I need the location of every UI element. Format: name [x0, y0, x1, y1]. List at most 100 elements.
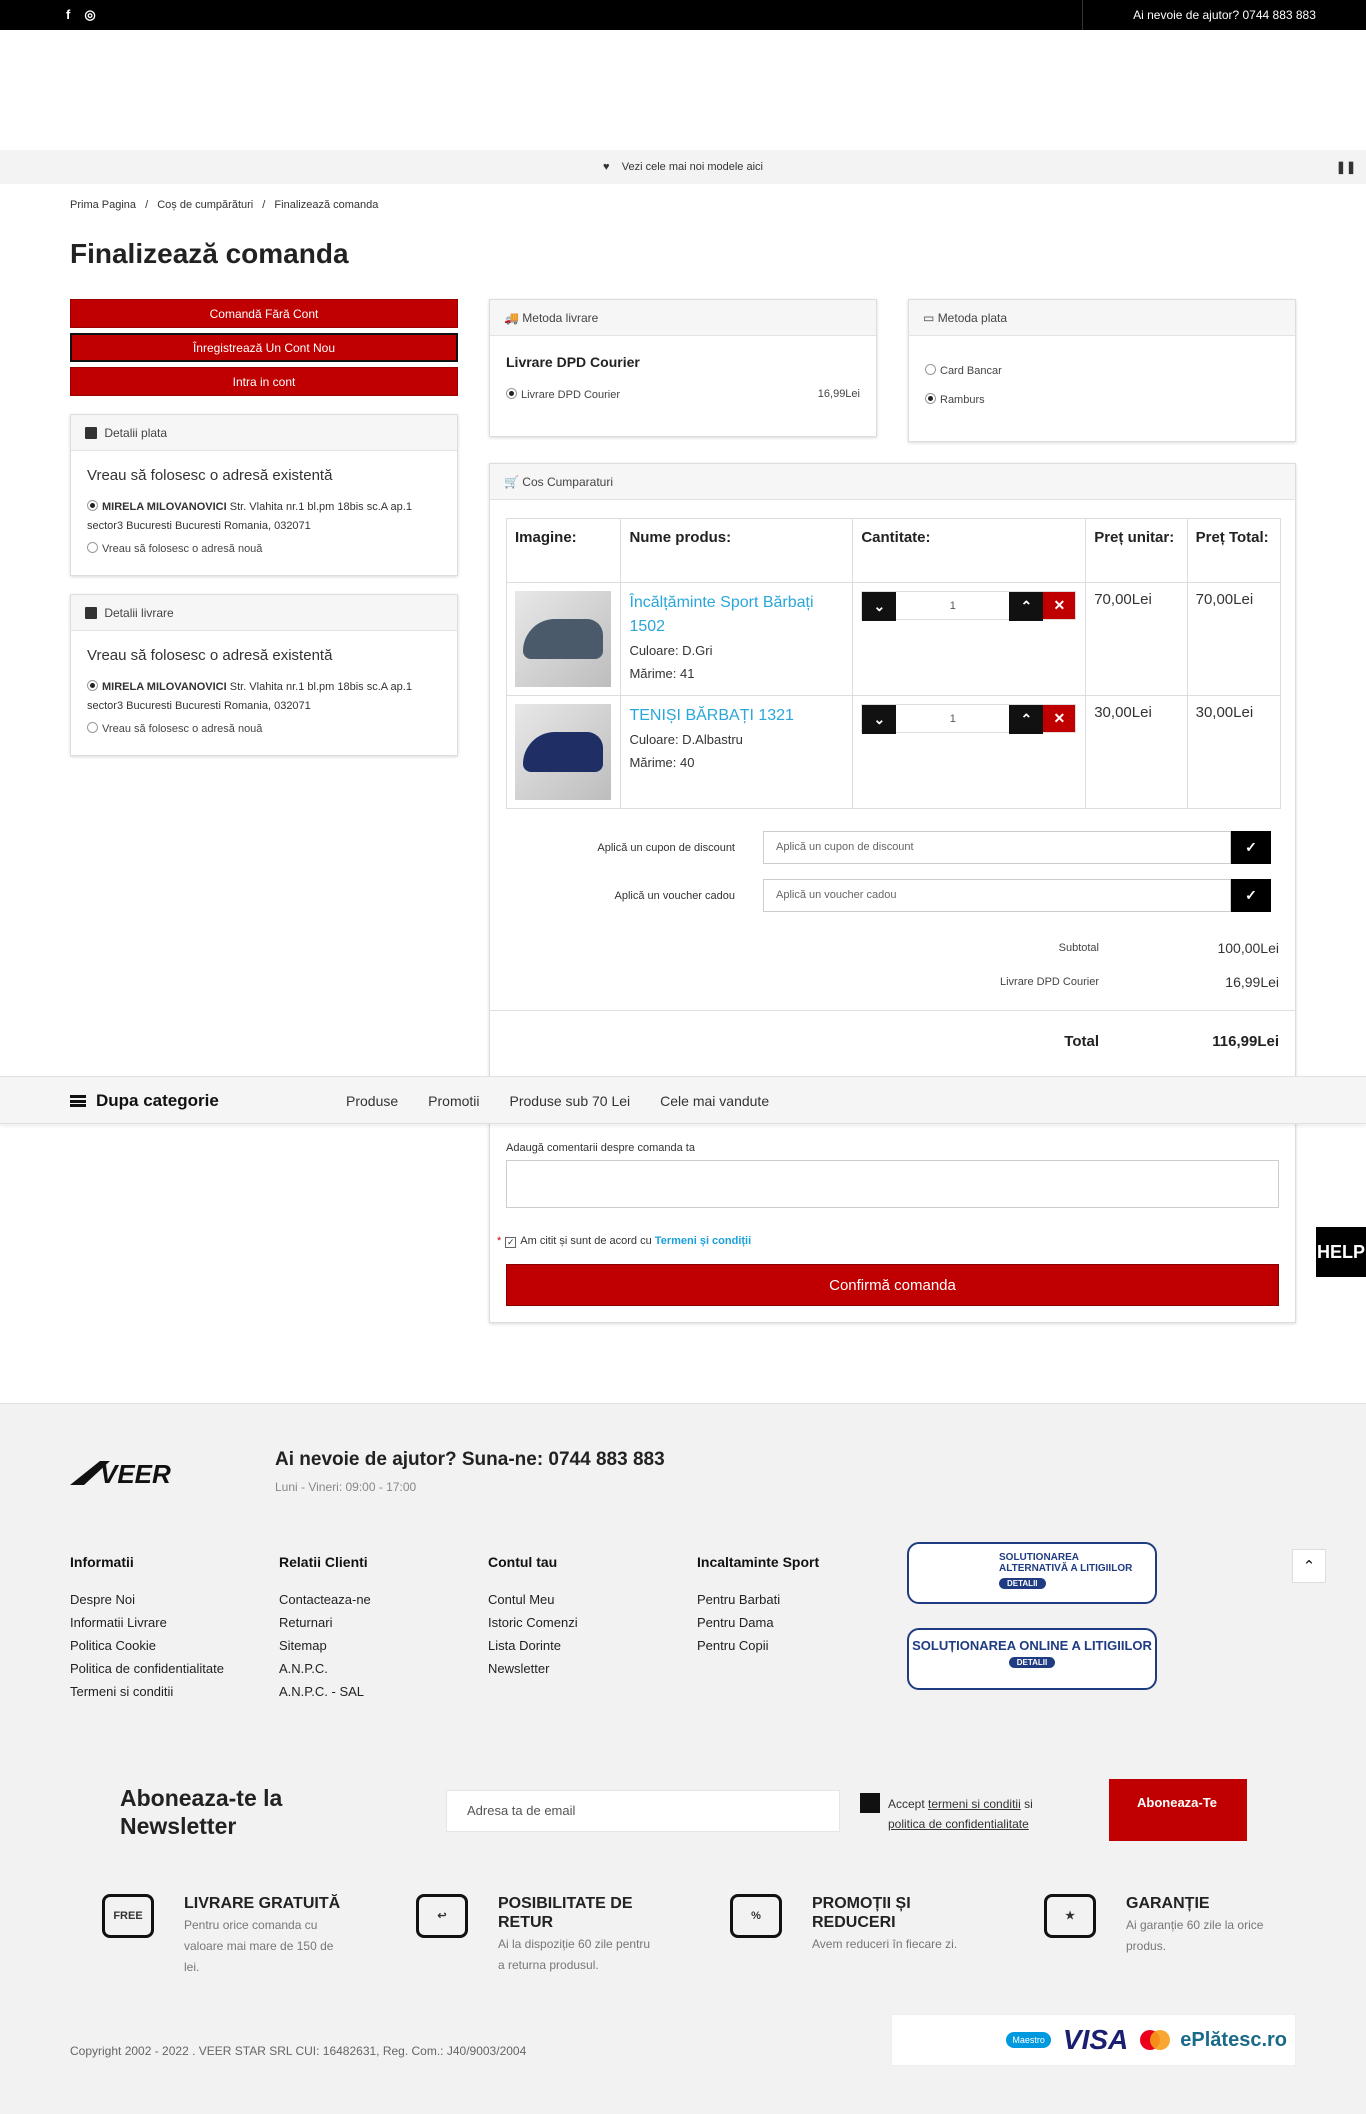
shipping-cost-label: Livrare DPD Courier	[999, 976, 1099, 988]
footer-link[interactable]: A.N.P.C. - SAL	[279, 1684, 371, 1699]
shipping-cost-value: 16,99Lei	[1225, 974, 1279, 990]
quantity-input[interactable]: 1	[896, 592, 1009, 619]
remove-button[interactable]: ✕	[1043, 592, 1076, 619]
comments-textarea[interactable]	[506, 1160, 1279, 1208]
newsletter-checkbox[interactable]	[860, 1793, 880, 1813]
anpc-sol-badge[interactable]: SOLUȚIONAREA ONLINE A LITIGIILOR DETALII	[907, 1628, 1157, 1690]
register-button[interactable]: Înregistrează Un Cont Nou	[70, 333, 458, 362]
footer-link[interactable]: Politica de confidentialitate	[70, 1661, 224, 1676]
voucher-input[interactable]: Aplică un voucher cadou	[763, 879, 1231, 912]
nav-under-70[interactable]: Produse sub 70 Lei	[510, 1093, 631, 1109]
footer-link[interactable]: Lista Dorinte	[488, 1638, 578, 1653]
apply-voucher-button[interactable]: ✓	[1231, 879, 1271, 912]
increase-button[interactable]: ⌃	[1009, 592, 1044, 621]
announcement-bar[interactable]: ♥ Vezi cele mai noi modele aici ❚❚	[0, 150, 1366, 184]
nav-promotions[interactable]: Promotii	[428, 1093, 479, 1109]
radio-card[interactable]	[925, 364, 936, 375]
radio-existing-shipping[interactable]	[87, 680, 98, 691]
help-tab[interactable]: HELP	[1316, 1227, 1366, 1277]
voucher-row: Aplică un voucher cadou Aplică un vouche…	[506, 879, 1279, 912]
footer-link[interactable]: Despre Noi	[70, 1592, 224, 1607]
guest-checkout-button[interactable]: Comandă Fără Cont	[70, 299, 458, 328]
footer-link[interactable]: A.N.P.C.	[279, 1661, 371, 1676]
increase-button[interactable]: ⌃	[1009, 705, 1044, 734]
breadcrumb-home[interactable]: Prima Pagina	[70, 199, 136, 211]
footer-link[interactable]: Pentru Dama	[697, 1615, 819, 1630]
announcement-text[interactable]: Vezi cele mai noi modele aici	[622, 161, 763, 173]
total-value: 116,99Lei	[1212, 1033, 1279, 1050]
shipping-new-address[interactable]: Vreau să folosesc o adresă nouă	[87, 722, 441, 735]
footer-link[interactable]: Istoric Comenzi	[488, 1615, 578, 1630]
footer-link[interactable]: Termeni si conditii	[70, 1684, 224, 1699]
total-price: 70,00Lei	[1186, 582, 1282, 696]
heart-icon: ♥	[602, 161, 610, 173]
feature-title: LIVRARE GRATUITĂ	[184, 1895, 341, 1912]
newsletter-policy-link[interactable]: politica de confidentialitate	[888, 1817, 1029, 1831]
subtotal-row: Subtotal 100,00Lei	[506, 940, 1279, 956]
terms-link[interactable]: Termeni și condiții	[655, 1235, 751, 1247]
login-button[interactable]: Intra in cont	[70, 367, 458, 396]
billing-new-address[interactable]: Vreau să folosesc o adresă nouă	[87, 542, 441, 555]
radio-existing-billing[interactable]	[87, 500, 98, 511]
veer-logo[interactable]: VEER	[70, 1459, 215, 1487]
subscribe-button[interactable]: Aboneaza-Te	[1109, 1779, 1247, 1841]
footer-link[interactable]: Sitemap	[279, 1638, 371, 1653]
breadcrumb-cart[interactable]: Coș de cumpărături	[157, 199, 253, 211]
shipping-existing-address[interactable]: MIRELA MILOVANOVICI Str. Vlahita nr.1 bl…	[87, 678, 441, 716]
footer-link[interactable]: Newsletter	[488, 1661, 578, 1676]
divider	[490, 1010, 1295, 1011]
col-total: Preț Total:	[1186, 518, 1282, 583]
back-to-top-button[interactable]: ⌃	[1292, 1549, 1326, 1583]
footer-link[interactable]: Pentru Copii	[697, 1638, 819, 1653]
footer-col-account: Contul tau Contul Meu Istoric Comenzi Li…	[488, 1554, 578, 1684]
product-name-link[interactable]: Încălțăminte Sport Bărbați 1502	[629, 591, 844, 639]
newsletter-accept: Accept termeni si conditii si politica d…	[860, 1793, 1060, 1834]
radio-new-billing[interactable]	[87, 542, 98, 553]
apply-coupon-button[interactable]: ✓	[1231, 831, 1271, 864]
radio-dpd[interactable]	[506, 388, 517, 399]
anpc-sal-badge[interactable]: SOLUTIONAREA ALTERNATIVĂ A LITIGIILOR DET…	[907, 1542, 1157, 1604]
product-size: Mărime: 40	[629, 755, 695, 770]
shoe-image	[523, 619, 603, 659]
decrease-button[interactable]: ⌄	[862, 592, 897, 621]
coupon-row: Aplică un cupon de discount Aplică un cu…	[506, 831, 1279, 864]
quantity-input[interactable]: 1	[896, 705, 1009, 732]
footer-help: Ai nevoie de ajutor? Suna-ne: 0744 883 8…	[275, 1449, 665, 1470]
footer-link[interactable]: Pentru Barbati	[697, 1592, 819, 1607]
shipping-lead: Vreau să folosesc o adresă existentă	[87, 647, 333, 664]
coupon-input[interactable]: Aplică un cupon de discount	[763, 831, 1231, 864]
footer-link[interactable]: Informatii Livrare	[70, 1615, 224, 1630]
terms-checkbox[interactable]: ✓	[505, 1237, 517, 1248]
footer-col-title: Contul tau	[488, 1554, 558, 1570]
nav-bestsellers[interactable]: Cele mai vandute	[660, 1093, 769, 1109]
newsletter-email-input[interactable]: Adresa ta de email	[446, 1790, 840, 1832]
radio-cash[interactable]	[925, 393, 936, 404]
instagram-icon[interactable]: ◎	[84, 7, 95, 23]
footer-link[interactable]: Contacteaza-ne	[279, 1592, 371, 1607]
radio-new-shipping[interactable]	[87, 722, 98, 733]
billing-existing-address[interactable]: MIRELA MILOVANOVICI Str. Vlahita nr.1 bl…	[87, 498, 441, 536]
shipping-option[interactable]: Livrare DPD Courier 16,99Lei	[506, 388, 860, 401]
remove-button[interactable]: ✕	[1043, 705, 1076, 732]
nav-products[interactable]: Produse	[346, 1093, 398, 1109]
payment-method-panel: ▭ Metoda plata Card Bancar Ramburs	[908, 299, 1296, 442]
decrease-button[interactable]: ⌄	[862, 705, 897, 734]
facebook-icon[interactable]: f	[66, 7, 70, 23]
category-menu-toggle[interactable]: Dupa categorie	[70, 1091, 219, 1111]
footer-link[interactable]: Contul Meu	[488, 1592, 578, 1607]
maestro-logo: Maestro	[1006, 2032, 1051, 2048]
footer-link[interactable]: Returnari	[279, 1615, 371, 1630]
help-phone[interactable]: Ai nevoie de ajutor? 0744 883 883	[1082, 0, 1366, 30]
newsletter-terms-link[interactable]: termeni si conditii	[928, 1797, 1021, 1811]
comments-label: Adaugă comentarii despre comanda ta	[506, 1142, 695, 1154]
payment-card-option[interactable]: Card Bancar	[925, 364, 1279, 377]
pause-icon[interactable]: ❚❚	[1336, 150, 1356, 184]
col-unit: Preț unitar:	[1085, 518, 1188, 583]
confirm-order-button[interactable]: Confirmă comanda	[506, 1264, 1279, 1306]
footer-link[interactable]: Politica Cookie	[70, 1638, 224, 1653]
product-name-link[interactable]: TENIȘI BĂRBAȚI 1321	[629, 704, 844, 728]
product-image[interactable]	[515, 704, 611, 800]
product-image[interactable]	[515, 591, 611, 687]
cart-icon: 🛒	[504, 475, 519, 489]
payment-cash-option[interactable]: Ramburs	[925, 393, 1279, 406]
